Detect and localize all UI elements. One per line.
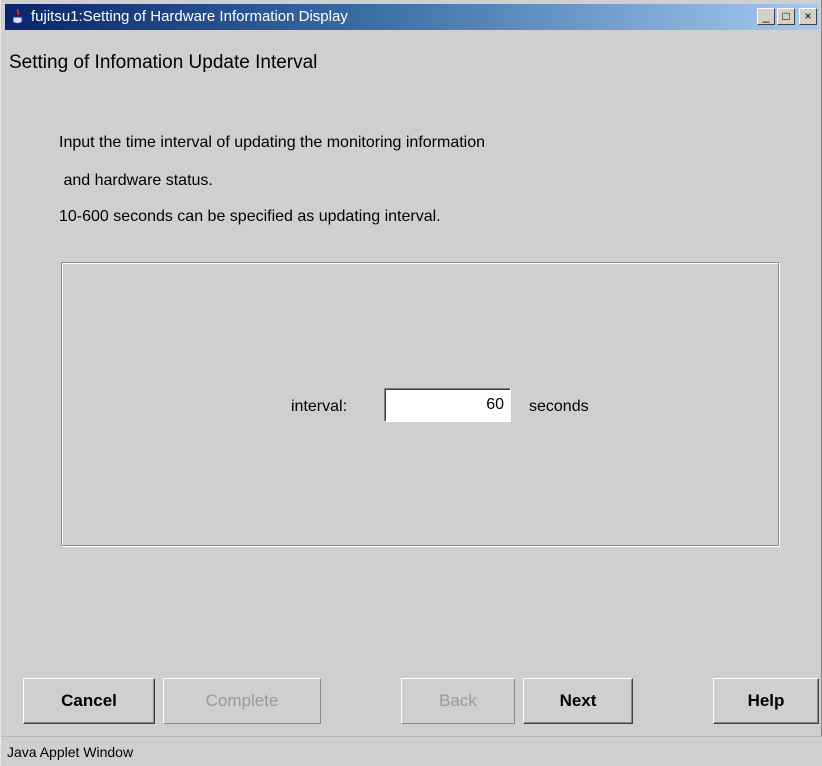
page-heading: Setting of Infomation Update Interval: [9, 52, 318, 73]
maximize-button[interactable]: □: [777, 8, 795, 25]
minimize-button[interactable]: _: [757, 8, 775, 25]
complete-button[interactable]: Complete: [163, 678, 321, 724]
help-button[interactable]: Help: [713, 678, 819, 724]
java-cup-icon: [12, 8, 24, 24]
title-bar[interactable]: fujitsu1:Setting of Hardware Information…: [5, 4, 819, 30]
back-button[interactable]: Back: [401, 678, 515, 724]
cancel-button[interactable]: Cancel: [23, 678, 155, 724]
applet-window: fujitsu1:Setting of Hardware Information…: [0, 0, 822, 766]
close-button[interactable]: ×: [799, 8, 817, 25]
description-line-3: 10-600 seconds can be specified as updat…: [59, 208, 441, 225]
interval-label: interval:: [291, 398, 348, 415]
interval-unit-label: seconds: [529, 398, 589, 415]
status-bar: Java Applet Window: [1, 736, 822, 766]
next-button[interactable]: Next: [523, 678, 633, 724]
interval-input[interactable]: [384, 388, 511, 422]
status-text: Java Applet Window: [7, 744, 134, 760]
description-line-1: Input the time interval of updating the …: [59, 134, 486, 151]
description-line-2: and hardware status.: [59, 172, 213, 189]
window-title: fujitsu1:Setting of Hardware Information…: [31, 8, 348, 25]
